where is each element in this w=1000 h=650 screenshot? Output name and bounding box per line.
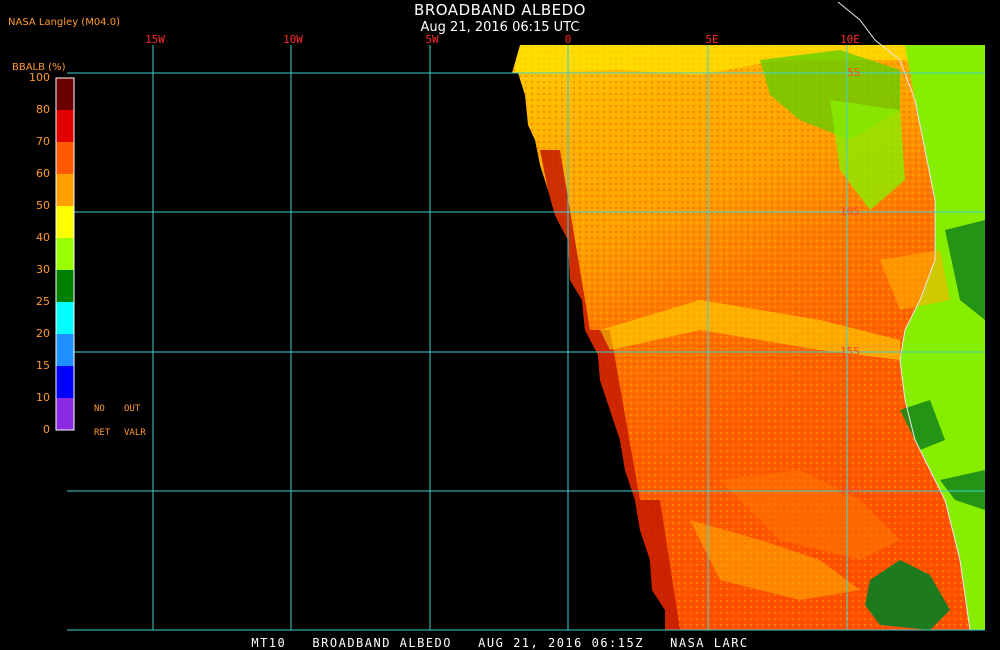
colorbar-tick: 15 xyxy=(36,359,50,372)
colorbar-tick: 50 xyxy=(36,199,50,212)
lat-label: 10S xyxy=(840,205,860,218)
albedo-map xyxy=(55,1,985,631)
colorbar-tick: 60 xyxy=(36,167,50,180)
colorbar-tick: 70 xyxy=(36,135,50,148)
colorbar-tick: 100 xyxy=(29,71,50,84)
lon-label: 10W xyxy=(283,33,303,46)
graticule xyxy=(67,45,985,631)
legend-out: OUT xyxy=(124,404,141,414)
lon-label: 5E xyxy=(705,33,719,46)
lat-label: 15S xyxy=(840,345,860,358)
colorbar-tick: 20 xyxy=(36,327,50,340)
colorbar-tick: 40 xyxy=(36,231,50,244)
colorbar-tick: 0 xyxy=(43,423,50,436)
colorbar-tick: 10 xyxy=(36,391,50,404)
footer-caption: MT10 BROADBAND ALBEDO AUG 21, 2016 06:15… xyxy=(251,636,749,650)
lon-label: 10E xyxy=(840,33,860,46)
legend-no: NO xyxy=(94,404,105,414)
colorbar xyxy=(55,77,75,431)
source-label: NASA Langley (M04.0) xyxy=(8,17,120,28)
lon-label: 0 xyxy=(564,33,572,46)
colorbar-tick: 25 xyxy=(36,295,50,308)
colorbar-tick: 80 xyxy=(36,103,50,116)
colorbar-tick: 30 xyxy=(36,263,50,276)
legend-valr: VALR xyxy=(124,428,146,438)
lat-label: 5S xyxy=(847,66,861,79)
lon-label: 5W xyxy=(425,33,439,46)
legend-ret: RET xyxy=(94,428,111,438)
page-title: BROADBAND ALBEDO xyxy=(414,1,586,19)
lat-label: 20S xyxy=(840,484,860,497)
lon-label: 15W xyxy=(145,33,165,46)
